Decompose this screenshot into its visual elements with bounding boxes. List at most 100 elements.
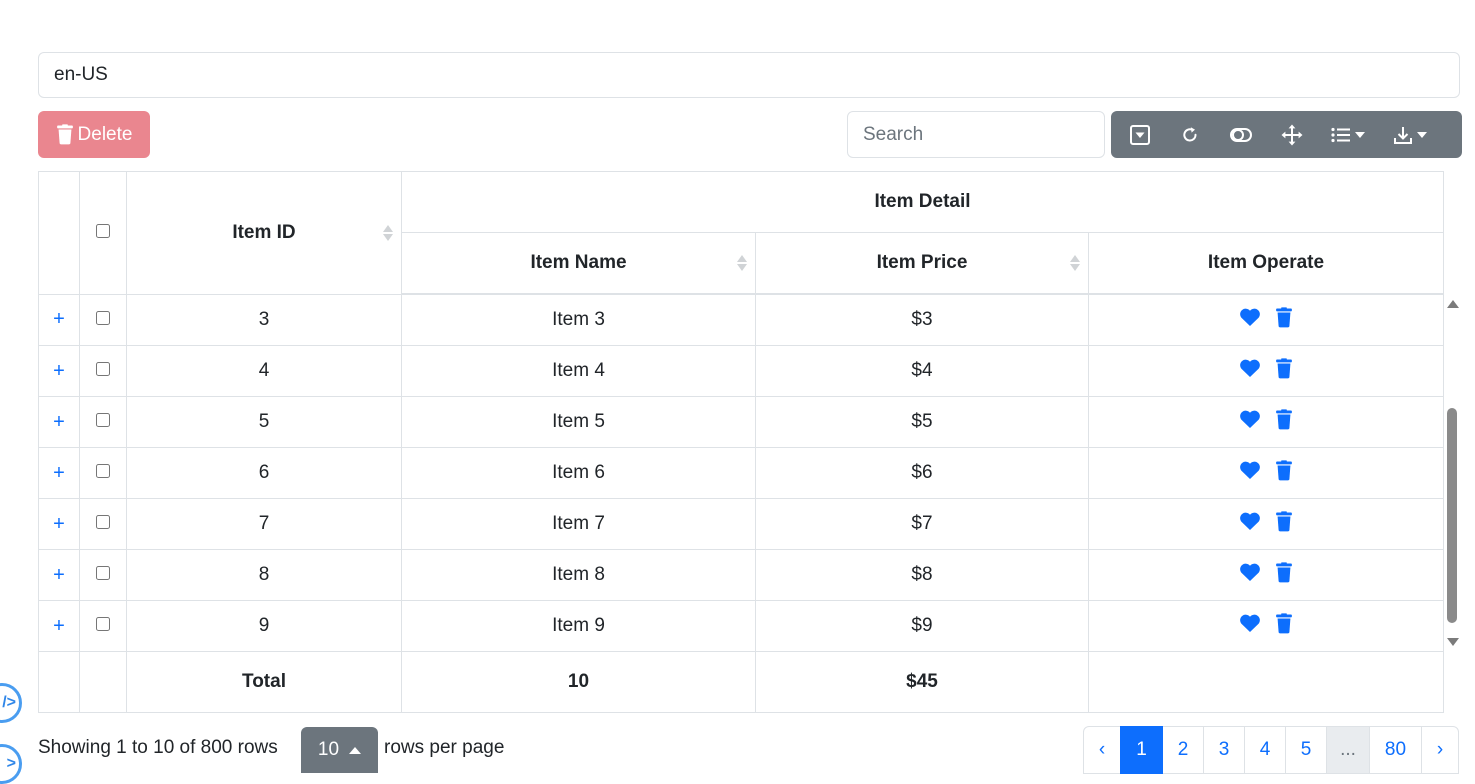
heart-icon[interactable] <box>1239 562 1261 582</box>
row-checkbox[interactable] <box>96 464 110 478</box>
row-select-cell[interactable] <box>79 447 127 499</box>
row-actions <box>1239 613 1293 634</box>
side-widget-arrow-icon[interactable]: > <box>0 744 22 784</box>
cell-item-id: 5 <box>126 396 402 448</box>
row-select-cell[interactable] <box>79 600 127 652</box>
refresh-icon <box>1183 126 1197 141</box>
row-select-cell[interactable] <box>79 549 127 601</box>
row-checkbox[interactable] <box>96 413 110 427</box>
toggle-view-button[interactable] <box>1215 111 1267 158</box>
column-header-item-price[interactable]: Item Price <box>755 232 1089 295</box>
chevron-down-icon <box>1417 131 1427 138</box>
page-button-3[interactable]: 3 <box>1203 726 1245 774</box>
page-prev-button[interactable]: ‹ <box>1083 726 1121 774</box>
fullscreen-button[interactable] <box>1267 111 1317 158</box>
delete-button-label: Delete <box>77 123 133 145</box>
expand-icon[interactable]: + <box>53 360 65 382</box>
row-checkbox[interactable] <box>96 515 110 529</box>
expand-icon[interactable]: + <box>53 462 65 484</box>
expand-icon[interactable]: + <box>53 513 65 535</box>
trash-icon[interactable] <box>1275 460 1293 481</box>
cell-item-operate <box>1087 600 1445 652</box>
select-all-checkbox[interactable] <box>96 223 110 238</box>
table-row: +3 Item 3 $3 <box>38 293 1445 346</box>
toggle-icon <box>1230 127 1252 142</box>
scroll-up-icon[interactable] <box>1447 300 1459 308</box>
page-next-button[interactable]: › <box>1421 726 1459 774</box>
cell-item-id: 4 <box>126 345 402 397</box>
row-expand-cell[interactable]: + <box>38 447 80 499</box>
row-actions <box>1239 562 1293 583</box>
scrollbar-thumb[interactable] <box>1447 408 1457 623</box>
download-icon <box>1394 126 1412 144</box>
row-actions <box>1239 307 1293 328</box>
row-checkbox[interactable] <box>96 566 110 580</box>
side-widget-code-icon[interactable]: /> <box>0 683 22 723</box>
page-button-5[interactable]: 5 <box>1285 726 1327 774</box>
trash-icon[interactable] <box>1275 409 1293 430</box>
heart-icon[interactable] <box>1239 460 1261 480</box>
heart-icon[interactable] <box>1239 613 1261 633</box>
column-header-item-name[interactable]: Item Name <box>401 232 756 295</box>
sort-icon <box>1070 255 1080 271</box>
row-checkbox[interactable] <box>96 617 110 631</box>
heart-icon[interactable] <box>1239 409 1261 429</box>
expand-icon[interactable]: + <box>53 308 65 330</box>
table-row: +8 Item 8 $8 <box>38 549 1445 601</box>
footer-name-total: 10 <box>401 651 756 713</box>
trash-icon[interactable] <box>1275 613 1293 634</box>
row-checkbox[interactable] <box>96 362 110 376</box>
export-dropdown-button[interactable] <box>1379 111 1441 158</box>
cell-item-id: 3 <box>126 293 402 346</box>
row-expand-cell[interactable]: + <box>38 600 80 652</box>
delete-button[interactable]: Delete <box>38 111 150 158</box>
row-expand-cell[interactable]: + <box>38 293 80 346</box>
page-button-2[interactable]: 2 <box>1162 726 1204 774</box>
column-header-item-operate: Item Operate <box>1087 232 1445 295</box>
list-icon <box>1331 127 1350 142</box>
row-select-cell[interactable] <box>79 396 127 448</box>
trash-icon[interactable] <box>1275 562 1293 583</box>
heart-icon[interactable] <box>1239 358 1261 378</box>
row-expand-cell[interactable]: + <box>38 549 80 601</box>
row-expand-cell[interactable]: + <box>38 396 80 448</box>
cell-item-price: $3 <box>755 293 1089 346</box>
scroll-down-icon[interactable] <box>1447 638 1459 646</box>
row-select-cell[interactable] <box>79 293 127 346</box>
expand-icon[interactable]: + <box>53 564 65 586</box>
row-expand-cell[interactable]: + <box>38 345 80 397</box>
row-checkbox[interactable] <box>96 310 110 325</box>
trash-icon[interactable] <box>1275 307 1293 328</box>
cell-item-price: $4 <box>755 345 1089 397</box>
heart-icon[interactable] <box>1239 307 1261 327</box>
cell-item-operate <box>1087 447 1445 499</box>
refresh-button[interactable] <box>1165 111 1215 158</box>
column-header-item-id[interactable]: Item ID <box>126 171 402 295</box>
row-expand-cell[interactable]: + <box>38 498 80 550</box>
page-button-4[interactable]: 4 <box>1244 726 1286 774</box>
row-select-cell[interactable] <box>79 498 127 550</box>
page-size-value: 10 <box>317 739 340 760</box>
sort-icon <box>737 255 747 271</box>
expand-icon[interactable]: + <box>53 615 65 637</box>
heart-icon[interactable] <box>1239 511 1261 531</box>
row-select-cell[interactable] <box>79 345 127 397</box>
locale-value: en-US <box>54 64 108 85</box>
page-button-last[interactable]: 80 <box>1369 726 1422 774</box>
table-scrollbar[interactable] <box>1445 296 1459 650</box>
chevron-down-icon <box>1355 131 1365 138</box>
page-button-1[interactable]: 1 <box>1120 726 1163 774</box>
table-row: +6 Item 6 $6 <box>38 447 1445 499</box>
columns-dropdown-button[interactable] <box>1317 111 1379 158</box>
cell-item-name: Item 6 <box>401 447 756 499</box>
toggle-pagination-button[interactable] <box>1115 111 1165 158</box>
trash-icon[interactable] <box>1275 358 1293 379</box>
expand-icon[interactable]: + <box>53 411 65 433</box>
cell-item-price: $7 <box>755 498 1089 550</box>
trash-icon[interactable] <box>1275 511 1293 532</box>
cell-item-name: Item 3 <box>401 293 756 346</box>
search-input[interactable] <box>847 111 1105 158</box>
locale-select[interactable]: en-US <box>38 52 1460 98</box>
table-footer-row: Total 10 $45 <box>38 651 1445 713</box>
page-size-dropdown[interactable]: 10 <box>301 727 378 773</box>
